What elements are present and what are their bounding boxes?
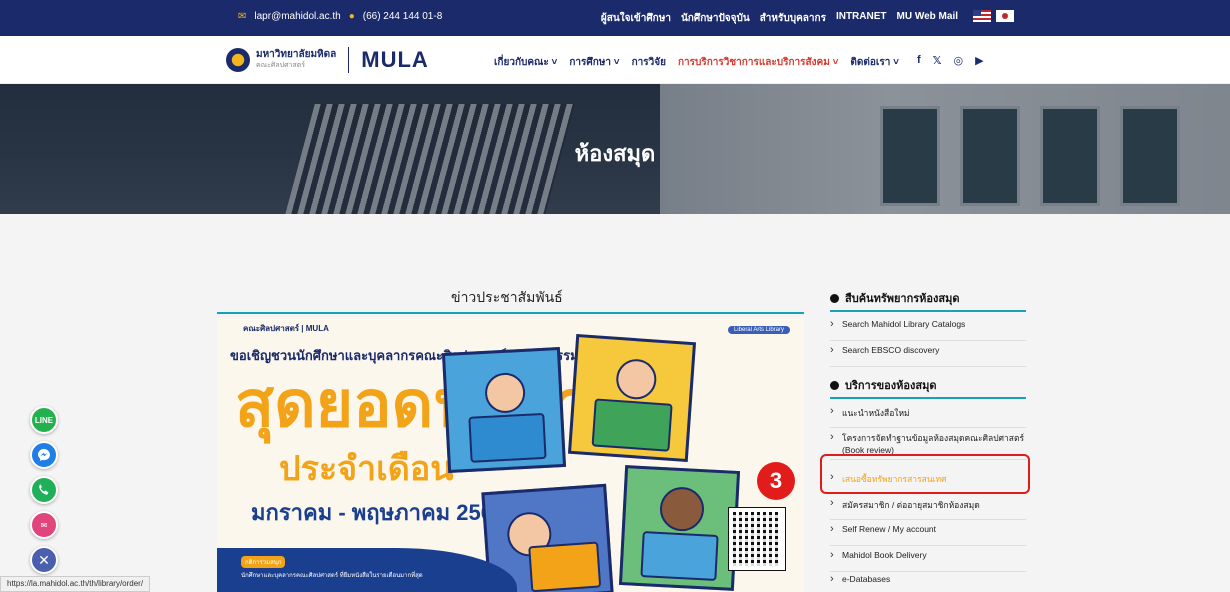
menu-research[interactable]: การวิจัย (632, 55, 666, 70)
menu-education[interactable]: การศึกษา ˅ (569, 55, 619, 70)
youtube-icon[interactable]: ▶ (975, 54, 983, 67)
qr-code-image (728, 507, 786, 571)
poster-join-label: กติการ่วมสนุก (241, 556, 286, 568)
sidebar-item-e-databases[interactable]: e-Databases (830, 573, 1026, 592)
link-webmail[interactable]: MU Web Mail (897, 11, 958, 26)
menu-academic-services[interactable]: การบริการวิชาการและบริการสังคม ˅ (677, 55, 839, 86)
top-bar: ✉ lapr@mahidol.ac.th ● (66) 244 144 01-8… (0, 0, 1230, 36)
book-illustration (468, 412, 547, 463)
menu-contact[interactable]: ติดต่อเรา ˅ (850, 55, 899, 70)
news-heading: ข่าวประชาสัมพันธ์ (451, 289, 563, 305)
book-illustration (591, 398, 673, 452)
poster-tag: Liberal Arts Library (727, 326, 790, 334)
section-search-resources: สืบค้นทรัพยากรห้องสมุด (830, 289, 960, 307)
sidebar-item-new-books[interactable]: แนะนำหนังสือใหม่ (830, 405, 1026, 428)
twitter-icon[interactable]: 𝕏 (933, 54, 942, 67)
phone-icon: ● (348, 11, 355, 22)
illustration-reader-2 (567, 333, 697, 463)
page-title: ห้องสมุด (574, 141, 656, 166)
book-illustration (640, 531, 719, 581)
sidebar-item-mahidol-catalog[interactable]: Search Mahidol Library Catalogs (830, 318, 1026, 341)
phone-call-icon[interactable] (30, 476, 58, 504)
japanese-flag-icon[interactable] (996, 10, 1014, 22)
instagram-icon[interactable]: ◎ (954, 54, 964, 67)
link-staff[interactable]: สำหรับบุคลากร (760, 11, 826, 26)
browser-status-url: https://la.mahidol.ac.th/th/library/orde… (0, 576, 151, 592)
phone-glyph-icon (39, 484, 49, 495)
english-flag-icon[interactable] (973, 10, 991, 22)
mula-brand: MULA (361, 47, 429, 72)
contact-info: ✉ lapr@mahidol.ac.th ● (66) 244 144 01-8 (238, 11, 442, 22)
email-contact-button[interactable]: ✉ (30, 511, 58, 539)
sidebar-item-ebsco[interactable]: Search EBSCO discovery (830, 344, 1026, 367)
reader-head (658, 485, 706, 533)
poster-join-description: นักศึกษาและบุคลากรคณะศิลปศาสตร์ ที่ยืมหน… (241, 573, 423, 579)
university-name: มหาวิทยาลัยมหิดล คณะศิลปศาสตร์ (256, 49, 336, 71)
sidebar-item-self-renew[interactable]: Self Renew / My account (830, 523, 1026, 546)
poster-header: คณะศิลปศาสตร์ | MULA (243, 324, 329, 333)
line-chat-button[interactable]: LINE (30, 406, 58, 434)
logo-divider (348, 47, 350, 73)
section-underline (830, 310, 1026, 312)
messenger-glyph-icon (38, 449, 50, 461)
illustration-reader-4 (618, 465, 741, 591)
news-poster[interactable]: คณะศิลปศาสตร์ | MULA Liberal Arts Librar… (217, 318, 804, 592)
nav-menu: เกี่ยวกับคณะ ˅ การศึกษา ˅ การวิจัย การบร… (494, 55, 899, 86)
close-icon[interactable]: ✕ (30, 546, 58, 574)
poster-subheadline: ประจำเดือน (279, 450, 454, 488)
section-underline (830, 397, 1026, 399)
menu-about[interactable]: เกี่ยวกับคณะ ˅ (494, 55, 557, 70)
reader-head (614, 357, 658, 401)
main-nav: มหาวิทยาลัยมหิดล คณะศิลปศาสตร์ MULA เกี่… (0, 36, 1230, 86)
phone-text: (66) 244 144 01-8 (362, 11, 443, 22)
section-title: สืบค้นทรัพยากรห้องสมุด (845, 293, 960, 305)
hero-banner: ห้องสมุด (0, 84, 1230, 214)
illustration-reader-1 (441, 346, 567, 474)
poster-dates: มกราคม - พฤษภาคม 2567 (251, 500, 506, 525)
content-area: ข่าวประชาสัมพันธ์ คณะศิลปศาสตร์ | MULA L… (0, 214, 1230, 592)
section-library-services: บริการของห้องสมุด (830, 376, 936, 394)
section-title: บริการของห้องสมุด (845, 380, 937, 392)
faculty-name: คณะศิลปศาสตร์ (256, 62, 306, 69)
site-logo[interactable]: มหาวิทยาลัยมหิดล คณะศิลปศาสตร์ MULA (226, 47, 429, 73)
section-bullet-icon (830, 380, 839, 390)
email-link[interactable]: lapr@mahidol.ac.th (254, 11, 340, 22)
step-badge: 3 (757, 462, 795, 500)
book-illustration (528, 541, 602, 592)
link-intranet[interactable]: INTRANET (836, 11, 887, 26)
highlight-box (820, 454, 1030, 494)
messenger-icon[interactable] (30, 441, 58, 469)
top-links: ผู้สนใจเข้าศึกษา นักศึกษาปัจจุบัน สำหรับ… (601, 11, 958, 26)
news-underline (217, 312, 804, 314)
facebook-icon[interactable]: f (917, 54, 921, 67)
mail-icon: ✉ (238, 11, 247, 22)
sidebar-item-book-delivery[interactable]: Mahidol Book Delivery (830, 549, 1026, 572)
section-bullet-icon (830, 293, 839, 303)
sidebar-item-membership[interactable]: สมัครสมาชิก / ต่ออายุสมาชิกห้องสมุด (830, 497, 1026, 520)
reader-head (484, 371, 527, 414)
university-seal-icon (226, 48, 250, 72)
link-prospective[interactable]: ผู้สนใจเข้าศึกษา (601, 11, 671, 26)
social-links: f 𝕏 ◎ ▶ (917, 54, 984, 67)
university-name-text: มหาวิทยาลัยมหิดล (256, 49, 337, 60)
link-current-students[interactable]: นักศึกษาปัจจุบัน (681, 11, 750, 26)
